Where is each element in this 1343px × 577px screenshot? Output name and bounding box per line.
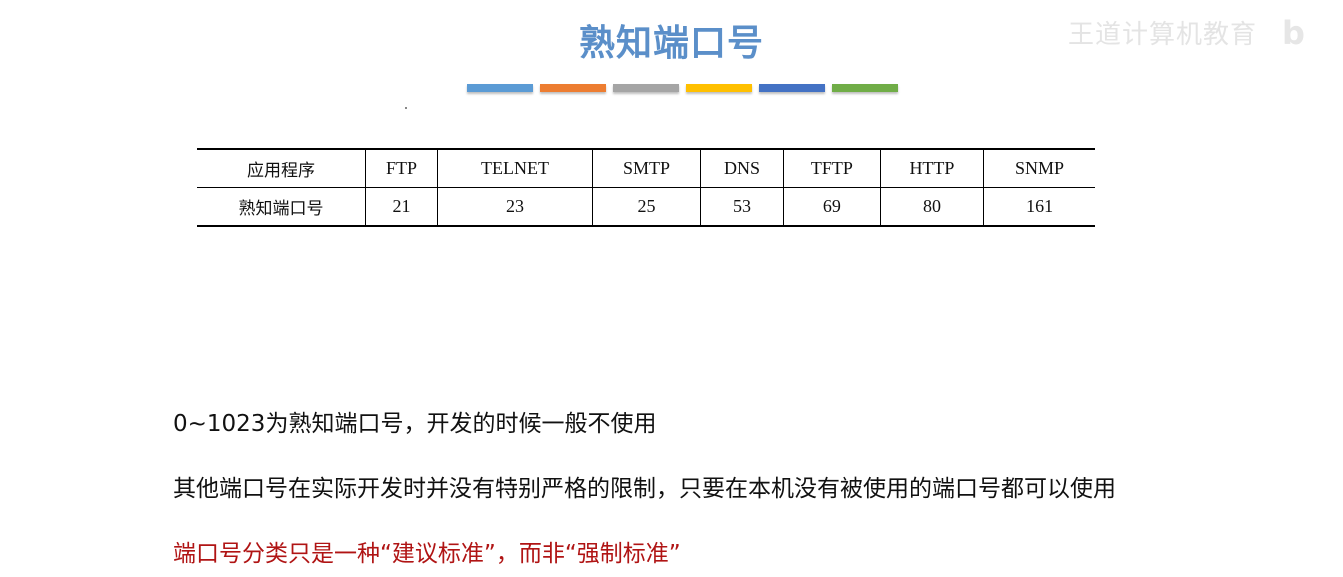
table-header-row: 应用程序 FTP TELNET SMTP DNS TFTP HTTP SNMP bbox=[197, 149, 1095, 188]
table-header-cell: HTTP bbox=[879, 149, 984, 188]
table-header-cell: 应用程序 bbox=[197, 149, 366, 188]
color-bar-green bbox=[832, 84, 898, 92]
table-header-cell: TFTP bbox=[783, 149, 881, 188]
stray-dot bbox=[405, 107, 407, 109]
table-header-cell: SNMP bbox=[983, 149, 1095, 188]
note-classification-standard: 端口号分类只是一种“建议标准”，而非“强制标准” bbox=[173, 541, 681, 567]
color-bar-dark-blue bbox=[759, 84, 825, 92]
color-bar-strip bbox=[467, 84, 898, 92]
color-bar-gray bbox=[613, 84, 679, 92]
table-cell: 80 bbox=[879, 187, 984, 226]
table-cell: 23 bbox=[436, 187, 593, 226]
table-cell: 161 bbox=[983, 187, 1095, 226]
table-header-cell: SMTP bbox=[591, 149, 701, 188]
table-cell: 21 bbox=[365, 187, 438, 226]
bilibili-logo-icon: b bbox=[1282, 14, 1305, 52]
well-known-ports-table: 应用程序 FTP TELNET SMTP DNS TFTP HTTP SNMP … bbox=[197, 148, 1095, 227]
table-cell: 53 bbox=[699, 187, 784, 226]
table-row: 熟知端口号 21 23 25 53 69 80 161 bbox=[197, 187, 1095, 226]
note-other-ports: 其他端口号在实际开发时并没有特别严格的限制，只要在本机没有被使用的端口号都可以使… bbox=[173, 476, 1116, 502]
table-cell: 熟知端口号 bbox=[238, 199, 324, 219]
color-bar-blue bbox=[467, 84, 533, 92]
table-cell: 69 bbox=[783, 187, 881, 226]
table-header-cell: FTP bbox=[365, 149, 438, 188]
table-header-cell: DNS bbox=[699, 149, 784, 188]
note-well-known-range: 0~1023为熟知端口号，开发的时候一般不使用 bbox=[173, 411, 657, 437]
color-bar-orange bbox=[540, 84, 606, 92]
table-cell: 25 bbox=[591, 187, 701, 226]
color-bar-yellow bbox=[686, 84, 752, 92]
watermark-text: 王道计算机教育 bbox=[1068, 20, 1258, 50]
table-header-cell: TELNET bbox=[436, 149, 593, 188]
